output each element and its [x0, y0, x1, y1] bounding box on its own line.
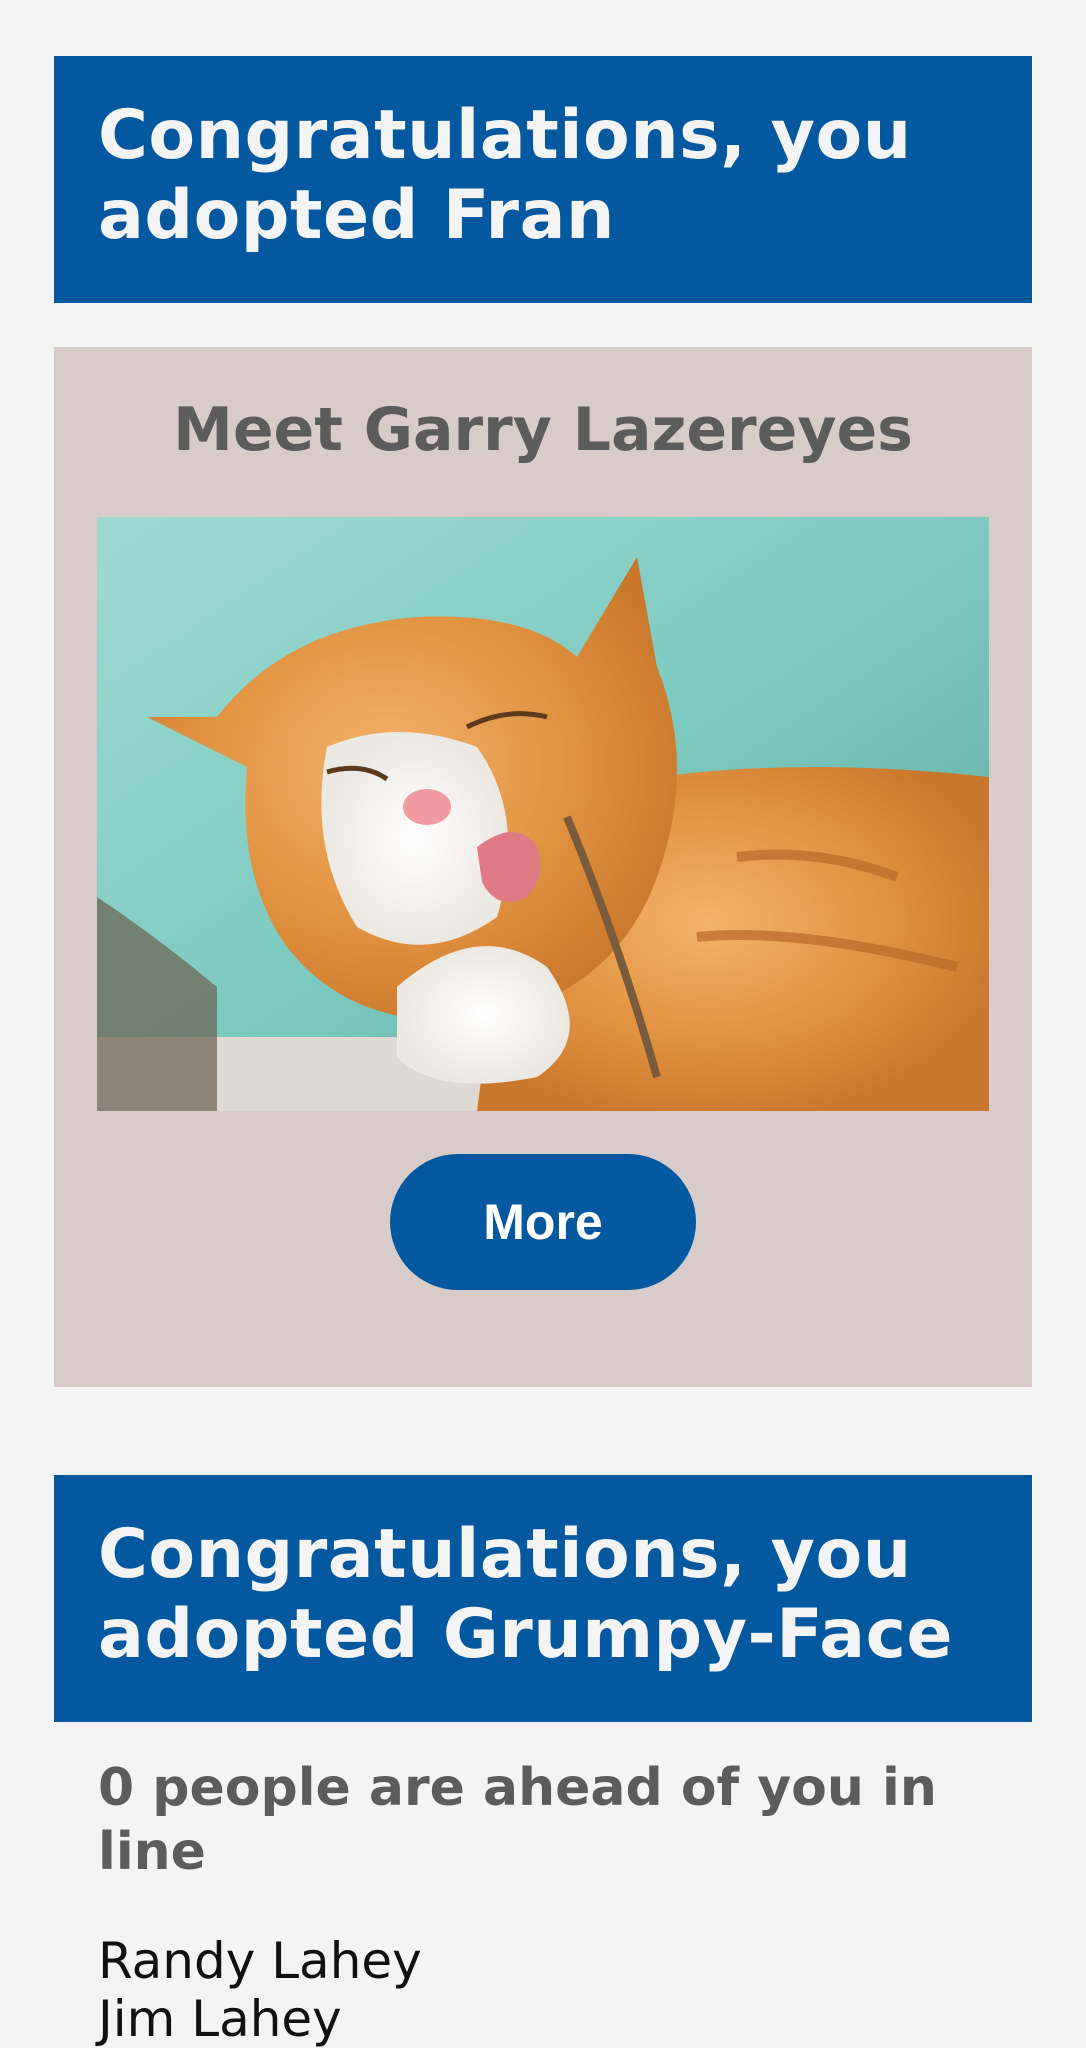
adoption-heading: Congratulations, you adopted Grumpy-Face — [98, 1515, 954, 1674]
queue-status: 0 people are ahead of you in line — [98, 1758, 937, 1882]
featured-pet-title: Meet Garry Lazereyes — [173, 395, 913, 465]
page: Congratulations, you adopted Fran Meet G… — [0, 0, 1086, 2048]
adoption-heading: Congratulations, you adopted Fran — [98, 96, 912, 255]
list-item: Randy Lahey — [98, 1932, 422, 1990]
cat-photo — [97, 517, 989, 1111]
more-button[interactable]: More — [390, 1154, 696, 1290]
adoption-banner-grumpy-face: Congratulations, you adopted Grumpy-Face — [54, 1475, 1032, 1722]
queue-names-list: Randy Lahey Jim Lahey — [98, 1932, 422, 2048]
adoption-banner-fran: Congratulations, you adopted Fran — [54, 56, 1032, 303]
list-item: Jim Lahey — [98, 1990, 342, 2048]
